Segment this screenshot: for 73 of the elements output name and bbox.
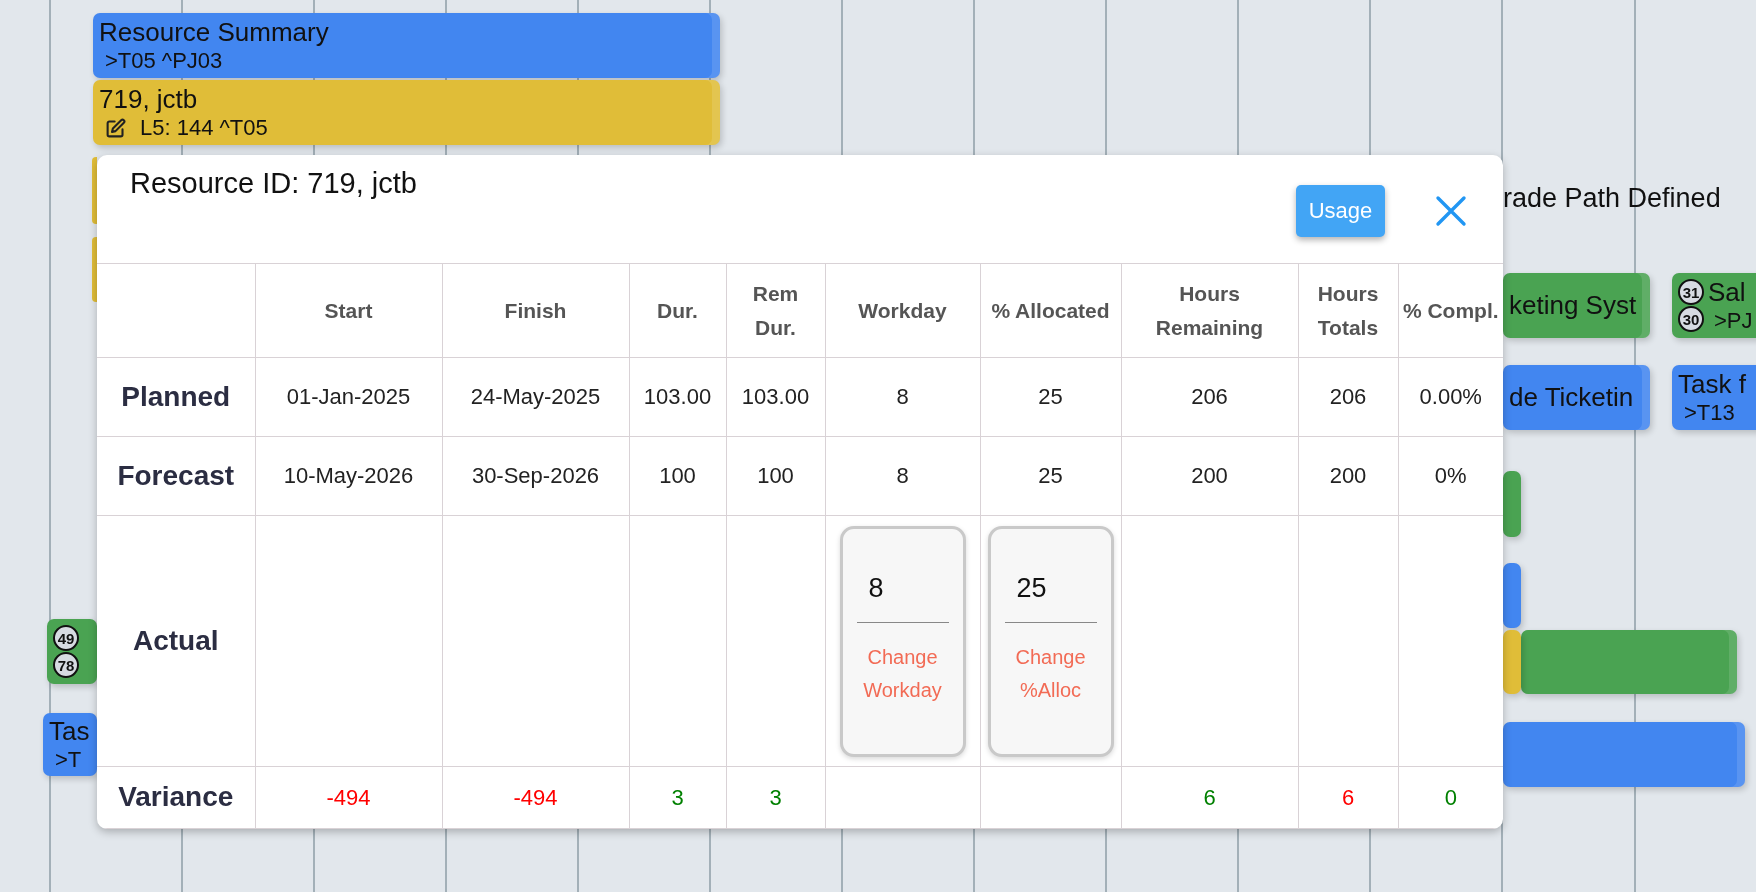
task-bar[interactable] xyxy=(1521,630,1737,694)
dialog-title: Resource ID: 719, jctb xyxy=(130,167,417,200)
bar-subtitle: >T13 xyxy=(1684,400,1735,426)
table-cell: 3 xyxy=(726,766,825,829)
column-header: Start xyxy=(255,263,442,358)
column-header: Hours Remaining xyxy=(1121,263,1298,358)
table-cell: 200 xyxy=(1121,436,1298,516)
row-header: Forecast xyxy=(97,436,255,516)
column-header: % Allocated xyxy=(980,263,1121,358)
bar-title: Resource Summary xyxy=(99,17,329,48)
row-header: Planned xyxy=(97,357,255,437)
table-cell: 25 xyxy=(980,357,1121,437)
task-bar[interactable] xyxy=(1503,630,1521,694)
bar-title: 719, jctb xyxy=(99,84,199,115)
column-header: Rem Dur. xyxy=(726,263,825,358)
table-cell: 10-May-2026 xyxy=(255,436,442,516)
number-badge: 49 xyxy=(53,625,79,651)
table-cell: 30-Sep-2026 xyxy=(442,436,629,516)
column-header: Workday xyxy=(825,263,980,358)
task-bar[interactable] xyxy=(1503,563,1521,628)
bar-title: Tas xyxy=(49,716,90,747)
task-bar[interactable] xyxy=(1503,722,1745,787)
field-label: Change %Alloc xyxy=(1014,644,1087,703)
table-cell: -494 xyxy=(255,766,442,829)
input-field[interactable]: 25 xyxy=(1004,564,1097,623)
task-bar[interactable] xyxy=(1503,471,1521,537)
bar-title: keting Syst xyxy=(1509,290,1637,321)
column-header: % Compl. xyxy=(1398,263,1503,358)
table-cell: 3 xyxy=(629,766,726,829)
table-cell: 103.00 xyxy=(629,357,726,437)
task-bar[interactable]: Tas >T xyxy=(43,713,97,776)
column-header: Dur. xyxy=(629,263,726,358)
table-cell: 6 xyxy=(1298,766,1398,829)
bar-subtitle: >T xyxy=(55,747,82,773)
table-cell: 206 xyxy=(1121,357,1298,437)
bar-title: de Ticketin xyxy=(1509,382,1634,413)
task-bar[interactable]: 49 78 xyxy=(47,619,97,684)
table-cell: 01-Jan-2025 xyxy=(255,357,442,437)
task-bar[interactable]: Resource Summary >T05 ^PJ03 xyxy=(93,13,720,78)
bar-title: Task f xyxy=(1678,369,1746,400)
task-bar[interactable]: 31 30 Sal >PJ xyxy=(1672,273,1756,338)
task-bar[interactable] xyxy=(92,157,97,224)
bar-subtitle: L5: 144 ^T05 xyxy=(140,115,268,141)
table-cell: 24-May-2025 xyxy=(442,357,629,437)
number-badge: 30 xyxy=(1678,306,1704,332)
task-bar[interactable]: 719, jctb L5: 144 ^T05 xyxy=(93,80,720,145)
number-badge: 78 xyxy=(53,652,79,678)
table-cell: 200 xyxy=(1298,436,1398,516)
table-cell: 100 xyxy=(629,436,726,516)
input-field[interactable]: 8 xyxy=(856,564,949,623)
task-bar[interactable]: Task f >T13 xyxy=(1672,365,1756,430)
task-bar[interactable]: keting Syst xyxy=(1503,273,1650,338)
bar-label: rade Path Defined xyxy=(1503,183,1721,214)
table-cell: 103.00 xyxy=(726,357,825,437)
bar-title: Sal xyxy=(1708,277,1747,308)
table-cell: 25 xyxy=(980,436,1121,516)
table-cell: 6 xyxy=(1121,766,1298,829)
bar-subtitle: >T05 ^PJ03 xyxy=(105,48,223,74)
field-label: Change Workday xyxy=(862,644,943,703)
table-cell: 8 xyxy=(825,357,980,437)
table-cell: 8 xyxy=(825,436,980,516)
number-badge: 31 xyxy=(1678,279,1704,305)
task-bar[interactable]: de Ticketin xyxy=(1503,365,1650,430)
table-cell: 206 xyxy=(1298,357,1398,437)
column-header: Finish xyxy=(442,263,629,358)
table-cell: 100 xyxy=(726,436,825,516)
bar-subtitle: >PJ xyxy=(1714,308,1753,334)
column-header: Hours Totals xyxy=(1298,263,1398,358)
task-bar[interactable] xyxy=(92,237,97,302)
row-header: Actual xyxy=(97,515,255,767)
edit-icon[interactable] xyxy=(105,117,126,139)
table-cell: -494 xyxy=(442,766,629,829)
close-icon[interactable] xyxy=(1435,195,1467,227)
